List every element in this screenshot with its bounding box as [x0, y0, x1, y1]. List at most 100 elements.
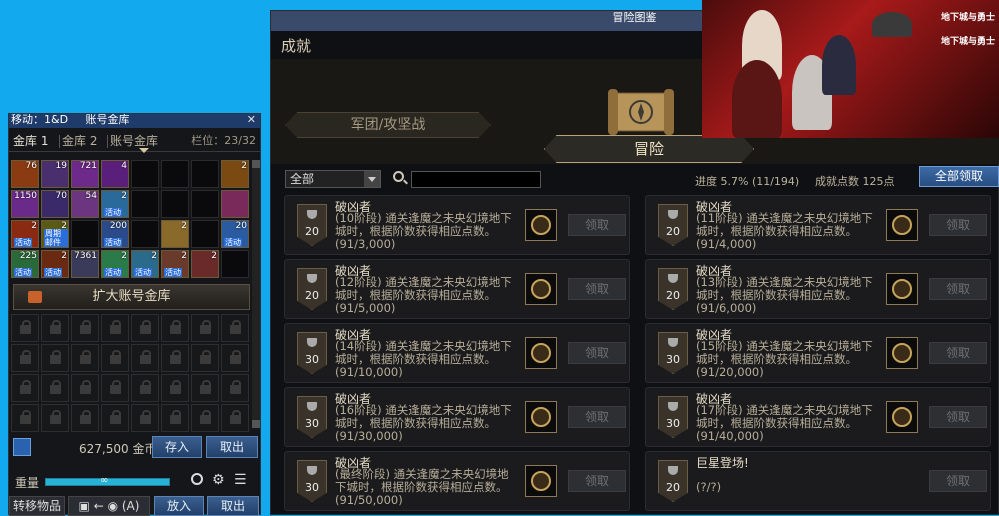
list-icon[interactable]: ☰: [234, 472, 247, 488]
reward-icon[interactable]: [886, 337, 918, 369]
storage-slot[interactable]: [161, 160, 189, 188]
storage-slot[interactable]: 1150: [11, 190, 39, 218]
reward-icon[interactable]: [525, 209, 557, 241]
item-icon[interactable]: 2 活动: [101, 190, 129, 218]
storage-slot[interactable]: 225 活动: [11, 250, 39, 278]
reward-icon[interactable]: [525, 273, 557, 305]
item-icon[interactable]: 2 活动: [161, 250, 189, 278]
storage-slot[interactable]: 2 活动: [41, 250, 69, 278]
item-icon[interactable]: [221, 190, 249, 218]
storage-slot[interactable]: 76: [11, 160, 39, 188]
tab-vault-1[interactable]: 金库 1: [13, 132, 48, 150]
lock-icon: [80, 380, 91, 394]
storage-slot[interactable]: 20 活动: [221, 220, 249, 248]
item-icon[interactable]: 19: [41, 160, 69, 188]
tab-vault-2[interactable]: 金库 2: [62, 132, 97, 150]
claim-button[interactable]: 领取: [929, 470, 987, 492]
search-input[interactable]: [411, 171, 541, 188]
tab-adventure[interactable]: 冒险: [544, 135, 754, 163]
reward-icon[interactable]: [886, 273, 918, 305]
scroll-down-icon[interactable]: [252, 420, 260, 428]
item-icon[interactable]: 2 活动: [131, 250, 159, 278]
withdraw-button[interactable]: 取出: [206, 436, 258, 458]
reward-icon[interactable]: [886, 401, 918, 433]
item-icon[interactable]: 4: [101, 160, 129, 188]
claim-button[interactable]: 领取: [568, 214, 626, 236]
reward-icon[interactable]: [525, 337, 557, 369]
claim-button[interactable]: 领取: [929, 342, 987, 364]
category-filter-select[interactable]: 全部: [285, 170, 381, 188]
gear-icon[interactable]: ⚙: [212, 472, 225, 488]
storage-slot[interactable]: 54: [71, 190, 99, 218]
storage-titlebar[interactable]: 移动：1&D 账号金库 ✕: [9, 114, 260, 128]
item-icon[interactable]: 2 活动: [41, 250, 69, 278]
storage-slot[interactable]: 721: [71, 160, 99, 188]
storage-slot[interactable]: [131, 190, 159, 218]
tab-account-vault[interactable]: 账号金库: [110, 132, 158, 150]
deposit-button[interactable]: 存入: [152, 436, 202, 458]
item-icon[interactable]: 54: [71, 190, 99, 218]
reward-icon[interactable]: [525, 401, 557, 433]
item-icon[interactable]: 2 周期邮件: [41, 220, 69, 248]
storage-slot[interactable]: 2 活动: [101, 190, 129, 218]
item-icon[interactable]: 20 活动: [221, 220, 249, 248]
achievement-card: 30 破凶者 (最终阶段) 通关逢魔之未央幻境地下城时，根据阶数获得相应点数。 (91…: [284, 451, 630, 511]
expand-storage-button[interactable]: 扩大账号金库: [13, 284, 250, 310]
storage-slot[interactable]: 2 活动: [161, 250, 189, 278]
storage-slot[interactable]: 2 活动: [131, 250, 159, 278]
storage-slot[interactable]: 2 活动: [11, 220, 39, 248]
locked-slot: [191, 374, 219, 402]
storage-slot[interactable]: [221, 250, 249, 278]
item-icon[interactable]: 70: [41, 190, 69, 218]
item-icon[interactable]: 2: [161, 220, 189, 248]
storage-scrollbar[interactable]: [252, 160, 260, 428]
claim-button[interactable]: 领取: [568, 406, 626, 428]
item-icon[interactable]: 1150: [11, 190, 39, 218]
item-icon[interactable]: 2: [221, 160, 249, 188]
storage-slot[interactable]: 2: [191, 250, 219, 278]
storage-slot[interactable]: [221, 190, 249, 218]
item-icon[interactable]: 721: [71, 160, 99, 188]
storage-slot[interactable]: 70: [41, 190, 69, 218]
search-icon[interactable]: [191, 473, 203, 485]
claim-button[interactable]: 领取: [568, 278, 626, 300]
storage-slot[interactable]: [131, 160, 159, 188]
claim-button[interactable]: 领取: [929, 278, 987, 300]
claim-button[interactable]: 领取: [568, 342, 626, 364]
chevron-down-icon[interactable]: [364, 171, 380, 187]
storage-slot[interactable]: 4: [101, 160, 129, 188]
claim-button[interactable]: 领取: [929, 406, 987, 428]
storage-slot[interactable]: 2 活动: [101, 250, 129, 278]
storage-slot[interactable]: 2: [161, 220, 189, 248]
item-icon[interactable]: 76: [11, 160, 39, 188]
item-icon[interactable]: 2 活动: [11, 220, 39, 248]
storage-slot[interactable]: [191, 220, 219, 248]
item-icon[interactable]: 200 活动: [101, 220, 129, 248]
close-icon[interactable]: ✕: [247, 114, 256, 126]
item-icon[interactable]: 7361: [71, 250, 99, 278]
claim-button[interactable]: 领取: [568, 470, 626, 492]
claim-all-button[interactable]: 全部领取: [919, 166, 999, 187]
storage-slot[interactable]: [191, 160, 219, 188]
storage-slot[interactable]: [131, 220, 159, 248]
item-icon[interactable]: 2: [191, 250, 219, 278]
shortcut-button[interactable]: ▣ ← ◉ (A): [68, 496, 150, 516]
storage-slot[interactable]: 2: [221, 160, 249, 188]
storage-slot[interactable]: 2 周期邮件: [41, 220, 69, 248]
item-icon[interactable]: 2 活动: [101, 250, 129, 278]
claim-button[interactable]: 领取: [929, 214, 987, 236]
take-out-button[interactable]: 取出: [207, 496, 259, 516]
storage-slot[interactable]: [191, 190, 219, 218]
storage-slot[interactable]: 200 活动: [101, 220, 129, 248]
tab-guild-raid[interactable]: 军团/攻坚战: [285, 112, 491, 138]
reward-icon[interactable]: [886, 209, 918, 241]
item-icon[interactable]: 225 活动: [11, 250, 39, 278]
scroll-up-icon[interactable]: [252, 160, 260, 168]
storage-slot[interactable]: [161, 190, 189, 218]
storage-slot[interactable]: 19: [41, 160, 69, 188]
reward-icon[interactable]: [525, 465, 557, 497]
storage-slot[interactable]: [71, 220, 99, 248]
storage-slot[interactable]: 7361: [71, 250, 99, 278]
put-in-button[interactable]: 放入: [154, 496, 204, 516]
transfer-items-button[interactable]: 转移物品: [9, 496, 65, 516]
